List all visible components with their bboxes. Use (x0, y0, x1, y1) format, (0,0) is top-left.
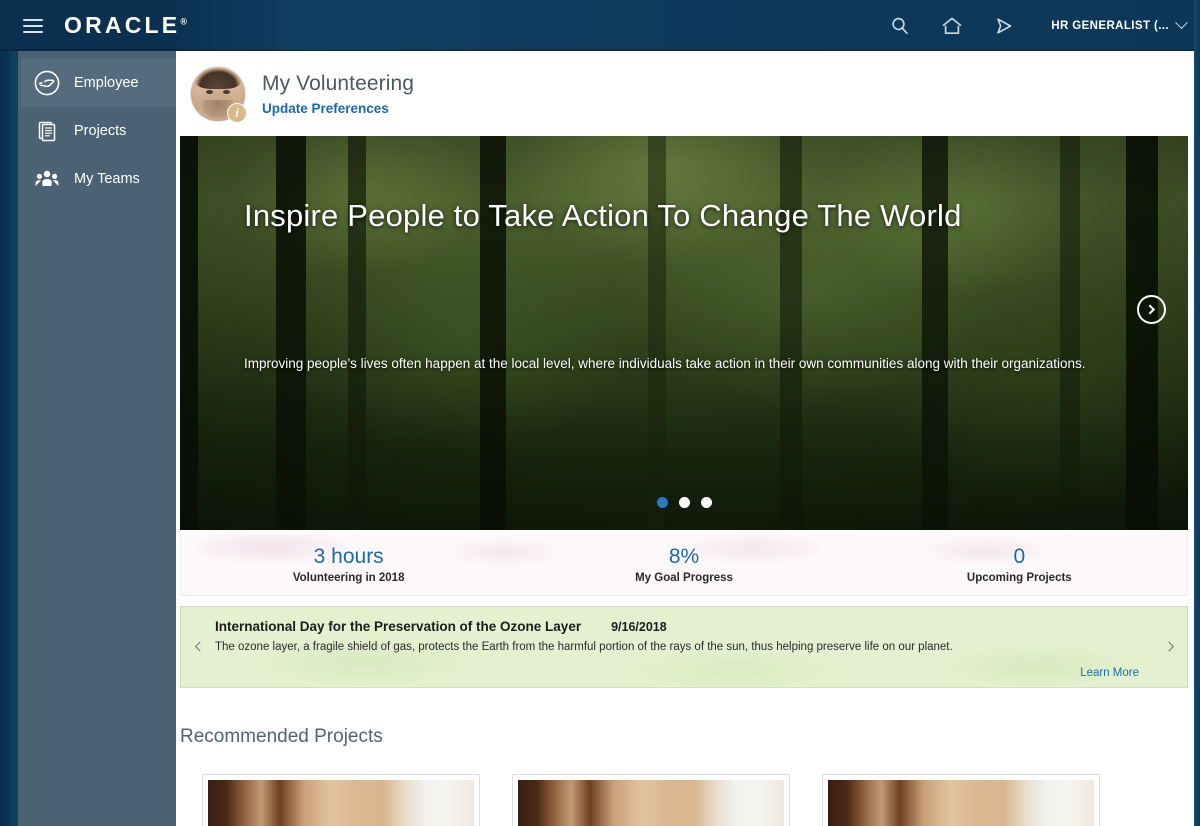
stat-label: Volunteering in 2018 (292, 572, 405, 585)
left-edge-strip (0, 51, 18, 826)
chevron-down-icon (1175, 16, 1188, 30)
sidebar-item-label: My Teams (74, 171, 140, 187)
hand-heart-icon (32, 68, 62, 98)
stat-value: 3 hours (313, 544, 384, 568)
sidebar-item-my-teams[interactable]: My Teams (18, 155, 176, 203)
stat-value: 8% (668, 544, 700, 568)
project-card-image (208, 780, 474, 826)
avatar-hair (195, 67, 241, 90)
oracle-logo-trademark: ® (180, 16, 187, 27)
right-edge-strip (1194, 0, 1200, 826)
global-header: ORACLE® HR GENERALIST (... (0, 0, 1200, 51)
recommended-projects-list (202, 774, 1200, 826)
page-header-text: My Volunteering Update Preferences (262, 71, 414, 116)
stat-value: 0 (1013, 544, 1026, 568)
search-icon[interactable] (887, 13, 913, 39)
hero-vignette (180, 136, 1188, 530)
oracle-logo[interactable]: ORACLE® (64, 12, 187, 39)
avatar[interactable]: i (190, 65, 247, 123)
avatar-info-badge[interactable]: i (227, 102, 247, 123)
application-window: ORACLE® HR GENERALIST (... Employee Proj… (0, 0, 1200, 826)
sidebar-item-label: Employee (74, 75, 139, 91)
chevron-left-icon (194, 641, 205, 651)
carousel-dot-2[interactable] (678, 497, 690, 508)
people-group-icon (32, 164, 62, 194)
sidebar-item-employee[interactable]: Employee (18, 59, 176, 107)
project-card[interactable] (202, 774, 480, 826)
carousel-next-button[interactable] (1137, 295, 1166, 324)
header-icon-group: HR GENERALIST (... (887, 13, 1188, 39)
recommended-projects-heading: Recommended Projects (180, 726, 383, 747)
learn-more-link[interactable]: Learn More (1080, 667, 1139, 679)
announcement-heading-row: International Day for the Preservation o… (215, 619, 1153, 634)
home-icon[interactable] (939, 13, 965, 39)
user-menu[interactable]: HR GENERALIST (... (1051, 16, 1188, 32)
hamburger-menu-icon[interactable] (10, 0, 56, 51)
page-header: i My Volunteering Update Preferences (176, 51, 1200, 136)
announcement-prev-button[interactable] (189, 637, 207, 655)
hero-title: Inspire People to Take Action To Change … (244, 198, 962, 233)
announcement-date: 9/16/2018 (611, 620, 667, 634)
stat-label: Upcoming Projects (966, 572, 1072, 585)
document-icon (32, 116, 62, 146)
main-content: i My Volunteering Update Preferences Ins… (176, 51, 1200, 826)
carousel-dot-1[interactable] (656, 497, 668, 508)
navigator-icon[interactable] (991, 13, 1017, 39)
project-card-image (828, 780, 1094, 826)
page-title: My Volunteering (262, 71, 415, 95)
hamburger-bar (23, 18, 43, 21)
announcement-description: The ozone layer, a fragile shield of gas… (215, 641, 953, 653)
carousel-dot-3[interactable] (700, 497, 712, 508)
project-card-image (518, 780, 784, 826)
sidebar-item-label: Projects (74, 123, 127, 139)
stat-label: My Goal Progress (635, 572, 733, 585)
stat-goal-progress[interactable]: 8% My Goal Progress (516, 545, 851, 584)
sidebar-item-projects[interactable]: Projects (18, 107, 176, 155)
project-card[interactable] (512, 774, 790, 826)
hero-carousel: Inspire People to Take Action To Change … (180, 136, 1188, 530)
oracle-logo-text: ORACLE (64, 12, 181, 38)
sidebar-navigation: Employee Projects My Teams (18, 51, 176, 826)
announcement-banner: International Day for the Preservation o… (180, 606, 1188, 688)
stat-volunteering-hours[interactable]: 3 hours Volunteering in 2018 (181, 545, 516, 584)
chevron-right-icon (1145, 304, 1156, 315)
stat-upcoming-projects[interactable]: 0 Upcoming Projects (852, 545, 1187, 584)
announcement-next-button[interactable] (1161, 637, 1179, 655)
hamburger-bar (23, 30, 43, 33)
stats-summary-bar: 3 hours Volunteering in 2018 8% My Goal … (180, 534, 1188, 596)
update-preferences-link[interactable]: Update Preferences (262, 101, 414, 116)
chevron-right-icon (1163, 641, 1174, 651)
user-menu-label: HR GENERALIST (... (1051, 19, 1169, 32)
carousel-dots (180, 497, 1188, 508)
hamburger-bar (23, 24, 43, 27)
announcement-title: International Day for the Preservation o… (215, 619, 582, 634)
hero-subtitle: Improving people's lives often happen at… (244, 356, 1086, 371)
project-card[interactable] (822, 774, 1100, 826)
